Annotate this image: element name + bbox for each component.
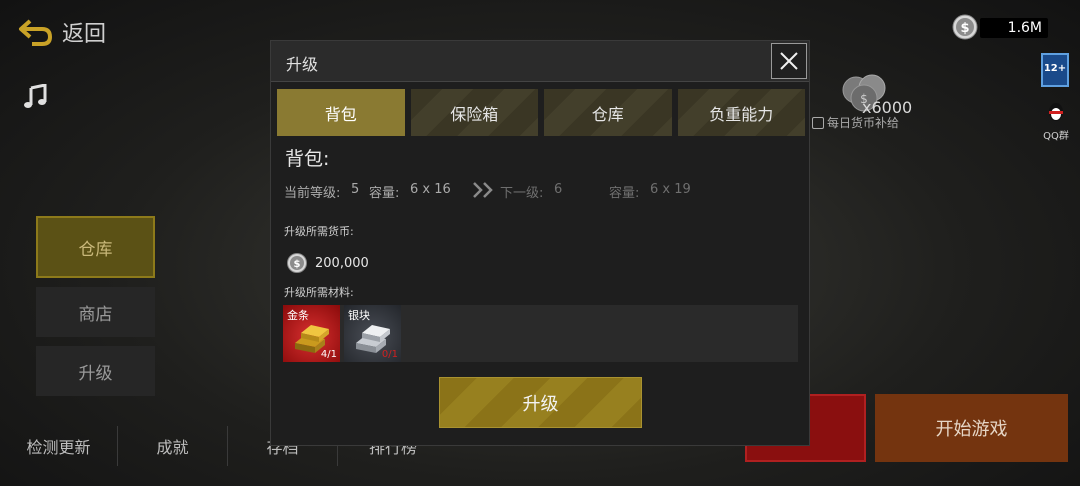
- material-count: 0/1: [381, 349, 398, 360]
- currency-cost: $ 200,000: [287, 253, 369, 273]
- current-capacity-label: 容量:: [369, 186, 400, 201]
- next-capacity-label: 容量:: [609, 186, 640, 201]
- back-button[interactable]: 返回: [18, 16, 106, 48]
- next-level-label: 下一级:: [500, 186, 544, 201]
- upgrade-tabs: 背包 保险箱 仓库 负重能力: [277, 89, 805, 137]
- sidebar-item-upgrade[interactable]: 升级: [36, 346, 155, 396]
- material-item-silver-bar[interactable]: 银块 0/1: [344, 305, 401, 362]
- daily-coin-supply[interactable]: 每日货币补给: [812, 114, 899, 131]
- qq-group-button[interactable]: QQ群: [1036, 100, 1076, 143]
- current-level-value: 5: [351, 182, 360, 197]
- tab-warehouse[interactable]: 仓库: [544, 89, 672, 136]
- daily-coin-label: 每日货币补给: [827, 116, 900, 130]
- next-level-value: 6: [554, 182, 563, 197]
- currency-display: $ 1.6M: [950, 12, 1050, 42]
- close-button[interactable]: [771, 43, 807, 79]
- currency-required-value: 200,000: [315, 255, 369, 271]
- section-title: 背包:: [285, 148, 330, 170]
- current-level-label: 当前等级:: [284, 186, 341, 201]
- materials-list: 金条 4/1 银块 0/1: [283, 305, 798, 362]
- currency-required-label: 升级所需货币:: [284, 225, 354, 238]
- coin-icon: $: [952, 14, 978, 40]
- upgrade-button[interactable]: 升级: [439, 377, 642, 428]
- qq-penguin-icon: [1049, 103, 1063, 121]
- tab-carry-capacity[interactable]: 负重能力: [677, 89, 805, 136]
- double-chevron-right-icon: [473, 182, 493, 198]
- qq-group-label: QQ群: [1043, 131, 1069, 142]
- coin-icon: $: [287, 253, 307, 273]
- currency-amount: 1.6M: [980, 18, 1048, 38]
- dialog-title: 升级: [286, 55, 319, 74]
- current-capacity-value: 6 x 16: [410, 182, 451, 197]
- next-capacity-value: 6 x 19: [650, 182, 691, 197]
- start-game-button[interactable]: 开始游戏: [875, 394, 1068, 462]
- music-note-icon[interactable]: [22, 84, 48, 110]
- level-info-row: 当前等级: 5 容量: 6 x 16 下一级: 6 容量: 6 x 19: [284, 181, 804, 201]
- material-item-gold-bar[interactable]: 金条 4/1: [283, 305, 340, 362]
- tab-safe-box[interactable]: 保险箱: [410, 89, 538, 136]
- svg-text:$: $: [294, 259, 301, 270]
- svg-text:$: $: [960, 21, 969, 36]
- dialog-header: 升级: [271, 41, 809, 82]
- tab-backpack[interactable]: 背包: [277, 89, 405, 136]
- tv-icon: [812, 116, 824, 129]
- check-update-link[interactable]: 检测更新: [0, 426, 118, 466]
- sidebar-item-warehouse[interactable]: 仓库: [36, 216, 155, 278]
- sidebar-item-shop[interactable]: 商店: [36, 287, 155, 337]
- material-name: 金条: [287, 309, 309, 322]
- back-arrow-icon: [19, 19, 53, 46]
- material-count: 4/1: [320, 349, 337, 360]
- close-icon: [780, 52, 798, 70]
- back-label: 返回: [62, 22, 107, 47]
- materials-required-label: 升级所需材料:: [284, 286, 354, 299]
- age-rating-badge: 12+: [1041, 53, 1069, 87]
- upgrade-dialog: 升级 背包 保险箱 仓库 负重能力 背包: 当前等级: 5 容量: 6 x 16…: [270, 40, 810, 446]
- achievements-link[interactable]: 成就: [118, 426, 228, 466]
- material-name: 银块: [348, 309, 370, 322]
